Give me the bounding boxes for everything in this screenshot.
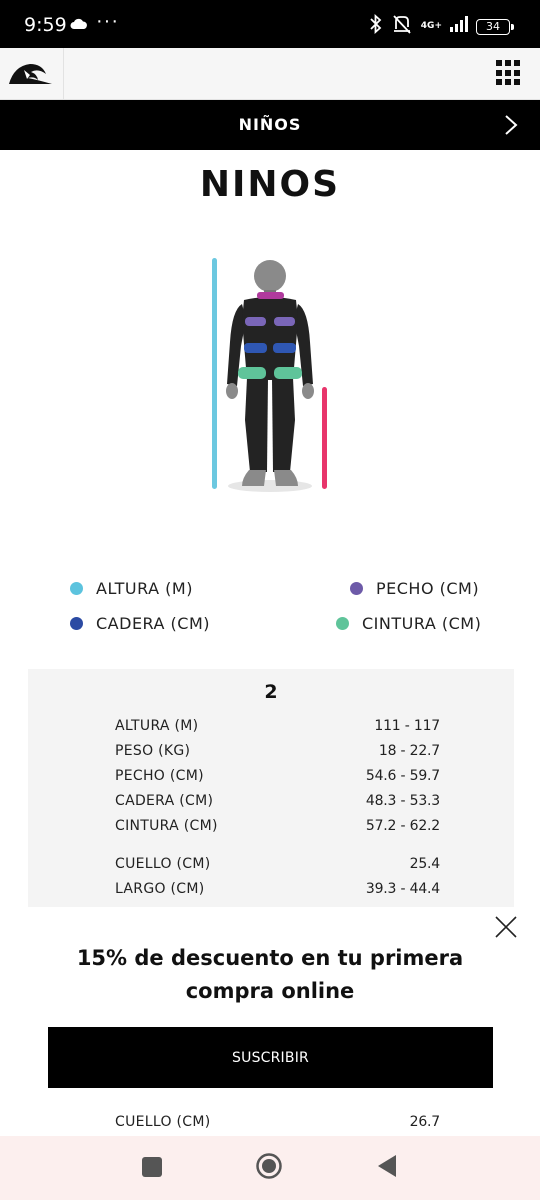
quiksilver-wave-logo[interactable] (0, 48, 64, 100)
battery-icon: 34 (476, 18, 514, 35)
legend-altura: ALTURA (M) (70, 579, 193, 598)
altura-bar (212, 258, 217, 489)
size-row-label: CUELLO (CM) (115, 856, 211, 872)
promo-text: 15% de descuento en tu primera compra on… (60, 942, 480, 1008)
size-row-value: 18 - 22.7 (378, 743, 440, 759)
size-row-value: 48.3 - 53.3 (365, 793, 440, 809)
legend-dot-pecho (350, 582, 363, 595)
size-card: 2 ALTURA (M) 111 - 117 PESO (KG) 18 - 22… (28, 669, 514, 909)
chevron-right-icon[interactable] (504, 114, 518, 141)
size-row-value: 26.7 (409, 1114, 440, 1130)
signal-icon (450, 16, 468, 37)
promo-line-1: 15% de descuento en tu primera (76, 946, 464, 970)
status-time: 9:59 (24, 14, 67, 36)
size-row-label: PESO (KG) (115, 743, 191, 759)
legend-dot-cintura (336, 617, 349, 630)
grid-menu-icon[interactable] (496, 60, 522, 86)
network-type: 4G+ (420, 21, 442, 31)
home-icon[interactable] (255, 1152, 283, 1180)
size-row-label: CINTURA (CM) (115, 818, 218, 834)
system-nav-bar (0, 1136, 540, 1200)
legend-dot-cadera (70, 617, 83, 630)
body-measurement-figure (200, 250, 340, 530)
category-title: NIÑOS (238, 115, 302, 134)
legend-label-cintura: CINTURA (CM) (362, 614, 482, 633)
legend-cintura: CINTURA (CM) (336, 614, 481, 633)
size-row-value: 54.6 - 59.7 (365, 768, 440, 784)
size-row-peek: CUELLO (CM) 26.7 (115, 1114, 440, 1136)
size-row-label: PECHO (CM) (115, 768, 204, 784)
recents-icon[interactable] (142, 1157, 162, 1177)
size-row-value: 25.4 (409, 856, 441, 872)
size-row-label: ALTURA (M) (115, 718, 199, 734)
status-more-dots: ··· (96, 10, 119, 32)
size-row-label: CADERA (CM) (115, 793, 214, 809)
largo-bar (322, 387, 327, 489)
size-row-label: LARGO (CM) (115, 881, 205, 897)
status-right: 4G+ 34 (369, 13, 514, 39)
page-title: NINOS (199, 164, 341, 205)
close-icon[interactable] (494, 915, 518, 939)
promo-popup: 15% de descuento en tu primera compra on… (0, 907, 540, 1107)
legend-label-pecho: PECHO (CM) (376, 579, 480, 598)
status-bar: 9:59 ··· 4G+ 34 (0, 0, 540, 48)
subscribe-button[interactable]: SUSCRIBIR (48, 1027, 493, 1088)
app-header (0, 48, 540, 100)
size-row-value: 57.2 - 62.2 (365, 818, 440, 834)
cloud-icon (70, 17, 88, 35)
legend-dot-altura (70, 582, 83, 595)
size-row-value: 111 - 117 (374, 718, 440, 734)
legend-label-cadera: CADERA (CM) (96, 614, 211, 633)
legend-pecho: PECHO (CM) (350, 579, 479, 598)
size-row-value: 39.3 - 44.4 (365, 881, 440, 897)
vibrate-off-icon (391, 14, 413, 39)
back-icon[interactable] (376, 1153, 400, 1179)
promo-line-2: compra online (185, 979, 355, 1003)
bluetooth-icon (369, 13, 383, 39)
legend-cadera: CADERA (CM) (70, 614, 210, 633)
size-row-label: CUELLO (CM) (115, 1114, 211, 1130)
category-bar[interactable]: NIÑOS (0, 100, 540, 150)
legend-label-altura: ALTURA (M) (96, 579, 193, 598)
size-name: 2 (264, 681, 278, 703)
